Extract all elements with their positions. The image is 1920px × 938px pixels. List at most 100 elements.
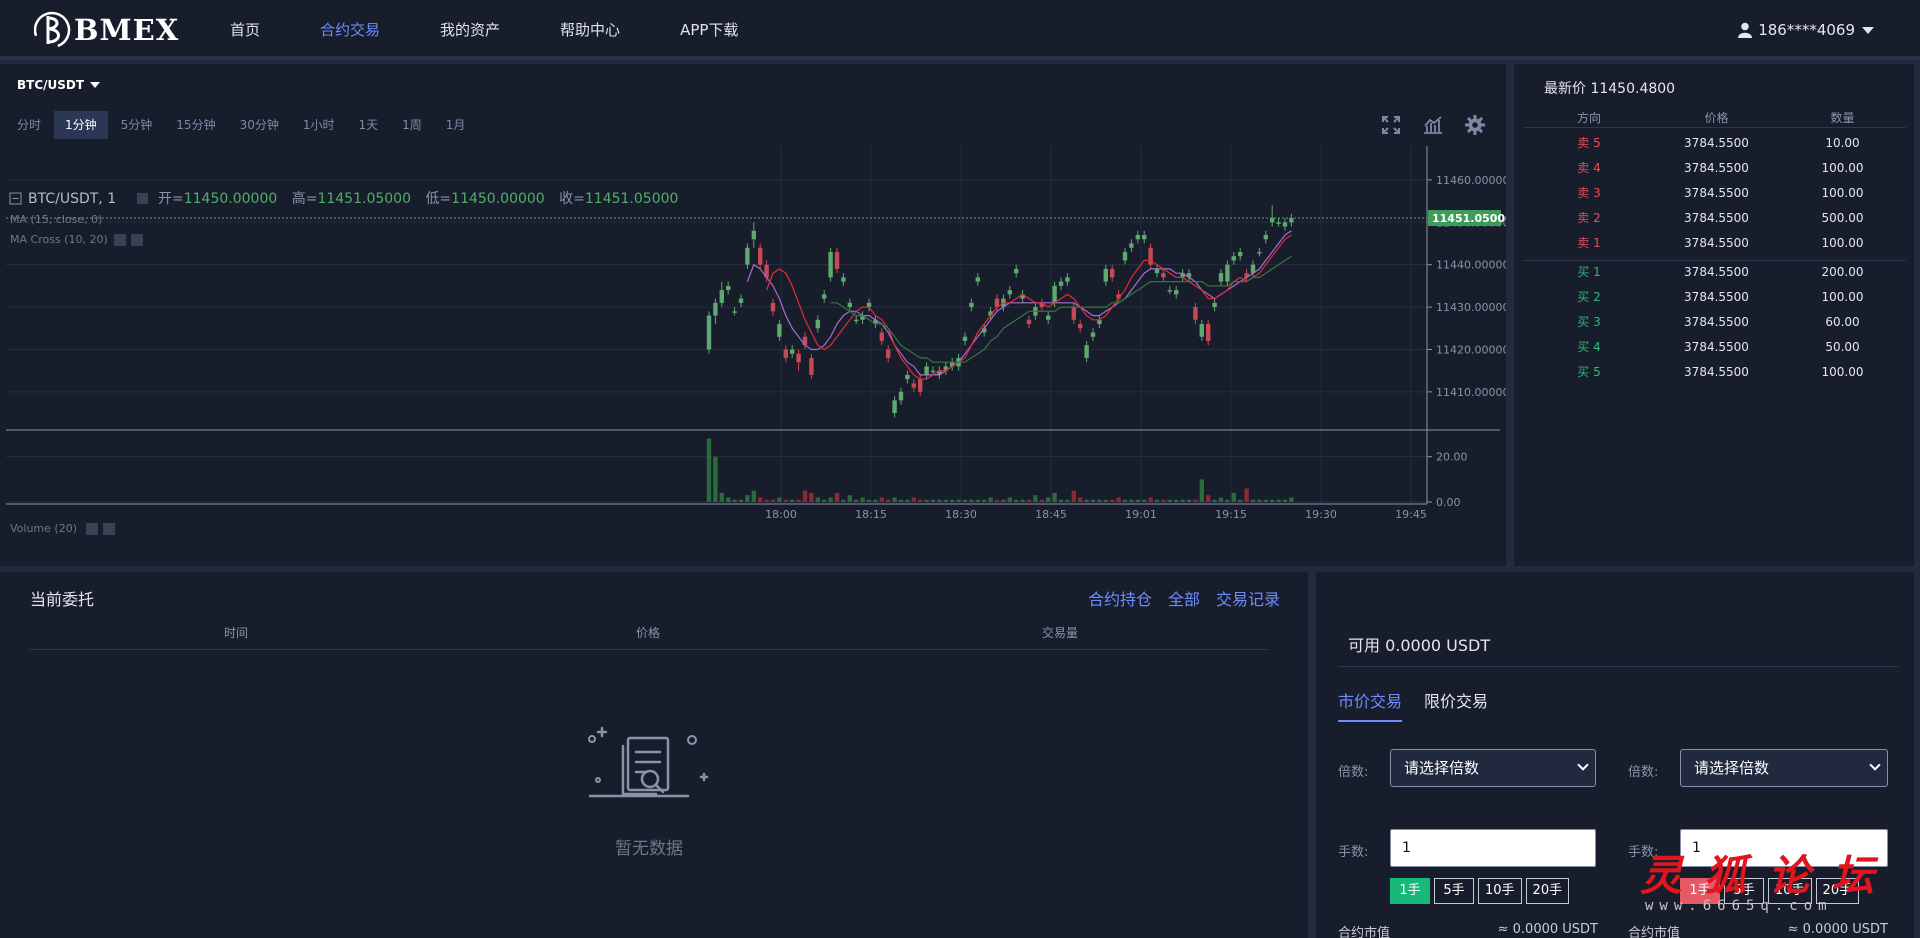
volume-bar [1193,499,1198,502]
logo-mark-icon [34,11,71,49]
legend-settings-icon[interactable] [137,193,148,204]
volume-bar [918,499,923,502]
sell-row[interactable]: 卖 3 3784.5500 100.00 [1524,183,1906,203]
positions-link[interactable]: 合约持仓 [1088,586,1152,610]
tab-market-order[interactable]: 市价交易 [1338,688,1403,722]
price-tick-label: 11460.00000 [1436,174,1506,187]
volume-bar [783,499,788,502]
volume-bar [1167,499,1172,502]
volume-bar [930,499,936,502]
interval-tab[interactable]: 30分钟 [229,111,290,139]
volume-close-icon[interactable] [103,523,115,535]
nav-app-download[interactable]: APP下载 [680,0,738,60]
interval-tab[interactable]: 1分钟 [54,111,108,139]
volume-bar [969,499,974,502]
interval-tab[interactable]: 1月 [435,111,477,139]
chevron-down-icon [1577,759,1589,771]
buy-lots-5-button[interactable]: 5手 [1434,878,1474,904]
buy-leverage-select[interactable]: 请选择倍数 [1390,749,1596,787]
sell-qty: 100.00 [1821,161,1864,175]
nav-my-assets[interactable]: 我的资产 [440,0,500,60]
legend-volume: Volume (20) [10,522,77,535]
buy-row[interactable]: 买 3 3784.5500 60.00 [1524,312,1906,332]
sell-price: 3784.5500 [1684,136,1749,150]
buy-price: 3784.5500 [1684,365,1749,379]
volume-settings-icon[interactable] [86,523,98,535]
buy-row[interactable]: 买 1 3784.5500 200.00 [1524,262,1906,282]
buy-row[interactable]: 买 5 3784.5500 100.00 [1524,362,1906,382]
fullscreen-icon[interactable] [1380,114,1402,136]
nav-home[interactable]: 首页 [230,0,260,60]
volume-bar [911,497,916,502]
logo[interactable]: BMEX [34,8,179,52]
volume-bar [1186,499,1192,502]
col-price: 价格 [635,626,660,640]
ma-cross-settings-icon[interactable] [114,234,126,246]
interval-tab[interactable]: 1小时 [292,111,346,139]
candle-body [898,391,904,401]
buy-lots-input[interactable]: 1 [1390,829,1596,867]
volume-bar [751,490,756,502]
current-price-tag-text: 11451.05000 [1432,212,1506,225]
time-tick-label: 19:30 [1305,508,1337,521]
volume-bar [706,438,712,502]
buy-market-value-label: 合约市值 [1338,926,1391,938]
nav-contract-trade[interactable]: 合约交易 [320,0,380,60]
candlestick-chart[interactable]: 11460.00000 11450.00000 11440.00000 11430.0… [0,146,1506,566]
volume-bar [1199,479,1204,502]
candle-body [1110,268,1115,278]
volume-bar [796,499,801,502]
nav-help-center[interactable]: 帮助中心 [560,0,620,60]
latest-price-value: 11450.4800 [1590,81,1676,97]
volume-bar [1122,499,1128,502]
settings-gear-icon[interactable] [1464,114,1486,136]
tab-limit-order[interactable]: 限价交易 [1424,688,1488,722]
all-orders-link[interactable]: 全部 [1168,586,1200,610]
candle-body [841,277,846,282]
volume-bar [841,499,846,502]
candle-body [1103,268,1108,282]
time-tick-label: 18:00 [765,508,797,521]
buy-row[interactable]: 买 4 3784.5500 50.00 [1524,337,1906,357]
candle-body [726,285,731,291]
candle-body [713,302,718,316]
interval-tab[interactable]: 1天 [348,111,390,139]
chevron-down-icon [1862,26,1874,34]
chart-panel: BTC/USDT 分时 1分钟 5分钟 15分钟 30分钟 1小时 1天 1周 … [0,64,1506,566]
user-menu[interactable]: 186****4069 [1738,0,1874,60]
volume-bar [1033,495,1038,502]
time-tick-label: 19:01 [1125,508,1157,521]
buy-row[interactable]: 买 2 3784.5500 100.00 [1524,287,1906,307]
sell-row[interactable]: 卖 1 3784.5500 100.00 [1524,233,1906,253]
indicators-icon[interactable] [1422,114,1444,136]
sell-row[interactable]: 卖 4 3784.5500 100.00 [1524,158,1906,178]
candle-body [1046,315,1051,320]
candle-body [969,302,974,308]
trade-history-link[interactable]: 交易记录 [1216,586,1280,610]
sell-row[interactable]: 卖 2 3784.5500 500.00 [1524,208,1906,228]
candle-body [1090,332,1096,337]
volume-bar [777,497,782,502]
sell-row[interactable]: 卖 5 3784.5500 10.00 [1524,133,1906,153]
buy-lots-10-button[interactable]: 10手 [1478,878,1522,904]
pair-selector[interactable]: BTC/USDT [17,78,101,92]
buy-lots-20-button[interactable]: 20手 [1525,878,1570,904]
sell-leverage-select[interactable]: 请选择倍数 [1680,749,1888,787]
candle-body [1238,251,1243,257]
volume-bar [809,492,814,502]
chart-tools [1360,114,1486,136]
sell-side: 卖 2 [1577,211,1601,225]
ma-cross-close-icon[interactable] [131,234,143,246]
volume-bar [1142,499,1147,502]
buy-price: 3784.5500 [1684,315,1749,329]
buy-price: 3784.5500 [1684,265,1749,279]
candle-body [1065,277,1070,282]
interval-tab[interactable]: 5分钟 [110,111,164,139]
interval-tab[interactable]: 分时 [6,111,52,139]
forum-watermark: 灵狐论坛 www.6665q.com [1640,842,1920,938]
interval-tab[interactable]: 1周 [391,111,433,139]
interval-tab[interactable]: 15分钟 [165,111,226,139]
buy-lots-1-button[interactable]: 1手 [1390,878,1430,904]
candle-body [822,294,827,299]
volume-bar [1257,499,1262,502]
